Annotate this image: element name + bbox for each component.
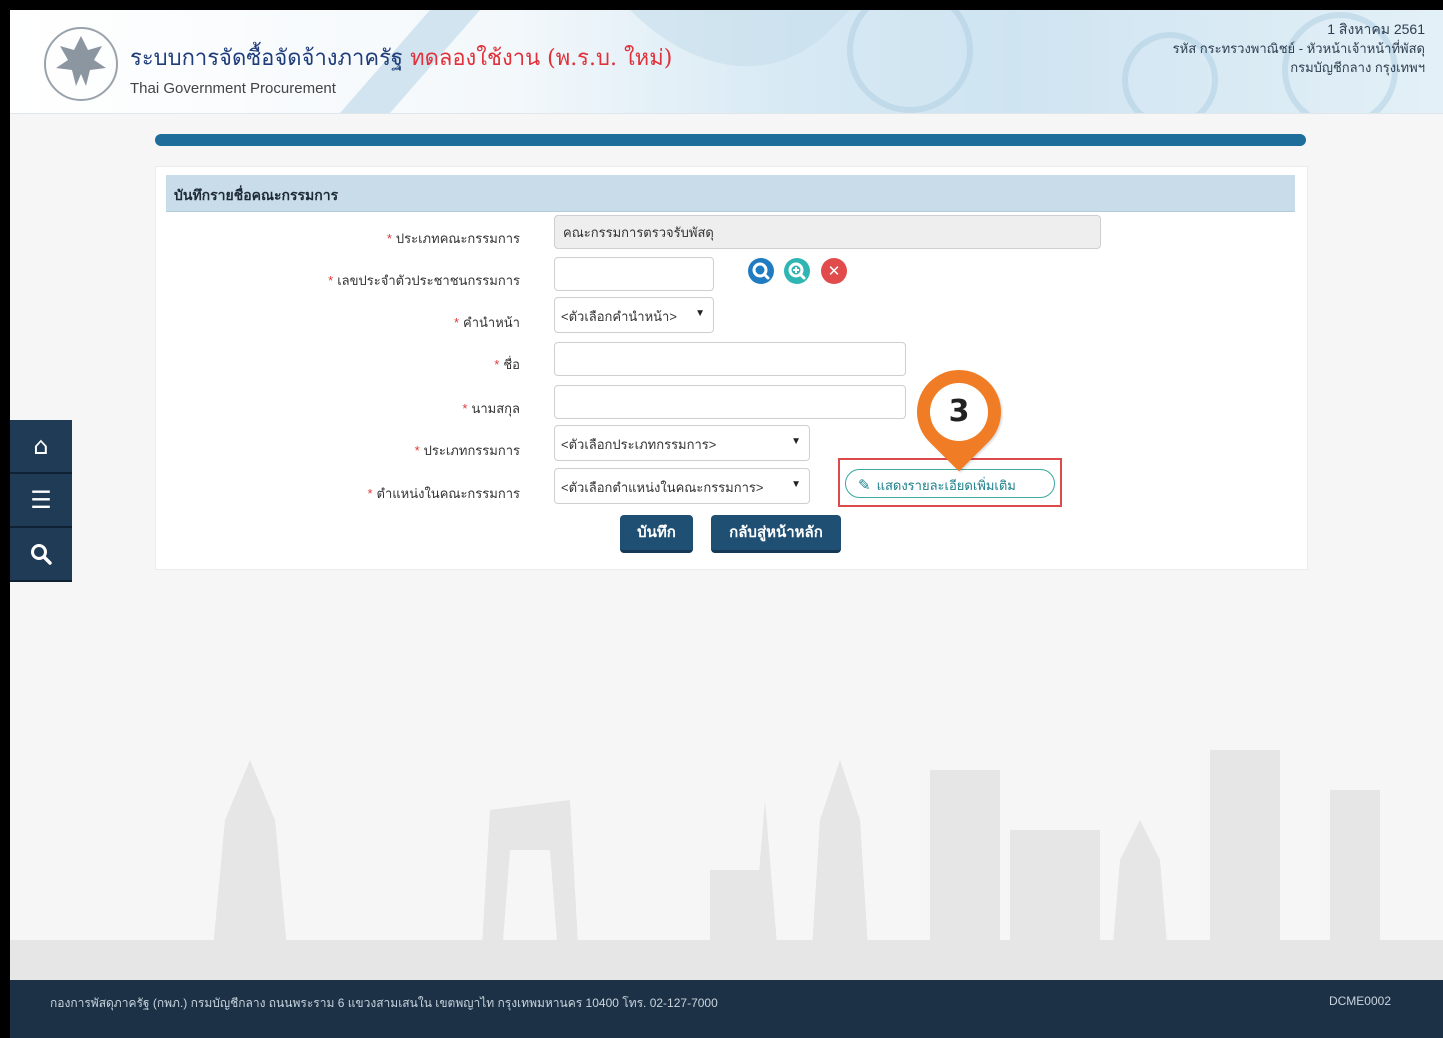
step-marker-number: 3 <box>930 383 988 441</box>
trial-label: ทดลองใช้งาน (พ.ร.บ. ใหม่) <box>410 46 673 71</box>
window-frame-left <box>0 0 10 1038</box>
chevron-down-icon: ▼ <box>791 436 801 447</box>
page-code: DCME0002 <box>1328 994 1391 1008</box>
member-type-label-text: ประเภทกรรมการ <box>423 443 520 458</box>
home-icon[interactable]: ⌂ <box>10 420 72 474</box>
page-progress-bar <box>155 134 1306 146</box>
panel-header: บันทึกรายชื่อคณะกรรมการ <box>166 175 1295 212</box>
required-mark: * <box>462 401 468 416</box>
side-nav: ⌂ ☰ <box>10 420 72 582</box>
member-type-label: * ประเภทกรรมการ <box>160 440 520 461</box>
member-type-select[interactable]: <ตัวเลือกประเภทกรรมการ> ▼ <box>554 425 810 461</box>
window-frame-top <box>0 0 1443 10</box>
citizen-id-input[interactable] <box>554 257 714 291</box>
citizen-id-label-text: เลขประจำตัวประชาชนกรรมการ <box>337 273 520 288</box>
city-silhouette <box>10 750 1443 980</box>
clear-icon[interactable]: ✕ <box>821 258 847 284</box>
prefix-label: * คำนำหน้า <box>160 312 520 333</box>
prefix-select-value: <ตัวเลือกคำนำหน้า> <box>561 309 677 324</box>
chevron-down-icon: ▼ <box>791 479 801 490</box>
committee-type-label-text: ประเภทคณะกรรมการ <box>395 231 520 246</box>
edit-icon: ✎ <box>858 476 871 494</box>
page-footer: กองการพัสดุภาครัฐ (กพภ.) กรมบัญชีกลาง ถน… <box>10 980 1443 1038</box>
position-label-text: ตำแหน่งในคณะกรรมการ <box>376 486 520 501</box>
required-mark: * <box>386 231 392 246</box>
footer-address: กองการพัสดุภาครัฐ (กพภ.) กรมบัญชีกลาง ถน… <box>50 996 718 1010</box>
lastname-label-text: นามสกุล <box>471 401 520 416</box>
search-icon[interactable] <box>748 258 774 284</box>
firstname-input[interactable] <box>554 342 906 376</box>
show-more-details-button[interactable]: ✎ แสดงรายละเอียดเพิ่มเติม <box>845 469 1055 498</box>
position-label: * ตำแหน่งในคณะกรรมการ <box>160 483 520 504</box>
app-title: ระบบการจัดซื้อจัดจ้างภาครัฐ ทดลองใช้งาน … <box>130 40 672 75</box>
required-mark: * <box>414 443 420 458</box>
back-to-main-button[interactable]: กลับสู่หน้าหลัก <box>711 515 841 553</box>
committee-type-label: * ประเภทคณะกรรมการ <box>160 228 520 249</box>
committee-type-field: คณะกรรมการตรวจรับพัสดุ <box>554 215 1101 249</box>
position-select-value: <ตัวเลือกตำแหน่งในคณะกรรมการ> <box>561 480 764 495</box>
firstname-label: * ชื่อ <box>160 354 520 375</box>
lastname-input[interactable] <box>554 385 906 419</box>
citizen-id-label: * เลขประจำตัวประชาชนกรรมการ <box>160 270 520 291</box>
required-mark: * <box>453 315 460 330</box>
user-department: กรมบัญชีกลาง กรุงเทพฯ <box>1290 60 1425 75</box>
panel-title: บันทึกรายชื่อคณะกรรมการ <box>174 188 339 204</box>
prefix-select[interactable]: <ตัวเลือกคำนำหน้า> ▼ <box>554 297 714 333</box>
firstname-label-text: ชื่อ <box>503 357 520 372</box>
chevron-down-icon: ▼ <box>695 308 705 319</box>
menu-icon[interactable]: ☰ <box>10 474 72 528</box>
app-subtitle: Thai Government Procurement <box>130 80 336 97</box>
lastname-label: * นามสกุล <box>160 398 520 419</box>
user-info: 1 สิงหาคม 2561 รหัส กระทรวงพาณิชย์ - หัว… <box>1173 20 1425 77</box>
member-type-select-value: <ตัวเลือกประเภทกรรมการ> <box>561 437 717 452</box>
required-mark: * <box>328 273 334 288</box>
sidebar-search-icon[interactable] <box>10 528 72 582</box>
required-mark: * <box>367 486 373 501</box>
app-title-main: ระบบการจัดซื้อจัดจ้างภาครัฐ <box>130 46 404 71</box>
save-button[interactable]: บันทึก <box>620 515 693 553</box>
highlight-box: ✎ แสดงรายละเอียดเพิ่มเติม <box>838 458 1062 507</box>
garuda-logo-icon <box>44 27 118 101</box>
position-select[interactable]: <ตัวเลือกตำแหน่งในคณะกรรมการ> ▼ <box>554 468 810 504</box>
required-mark: * <box>494 357 500 372</box>
user-role: รหัส กระทรวงพาณิชย์ - หัวหน้าเจ้าหน้าที่… <box>1172 41 1425 56</box>
app-header: ระบบการจัดซื้อจัดจ้างภาครัฐ ทดลองใช้งาน … <box>10 10 1443 114</box>
current-date: 1 สิงหาคม 2561 <box>1327 21 1425 37</box>
show-more-details-label: แสดงรายละเอียดเพิ่มเติม <box>876 479 1016 494</box>
prefix-label-text: คำนำหน้า <box>463 315 520 330</box>
zoom-in-icon[interactable] <box>784 258 810 284</box>
